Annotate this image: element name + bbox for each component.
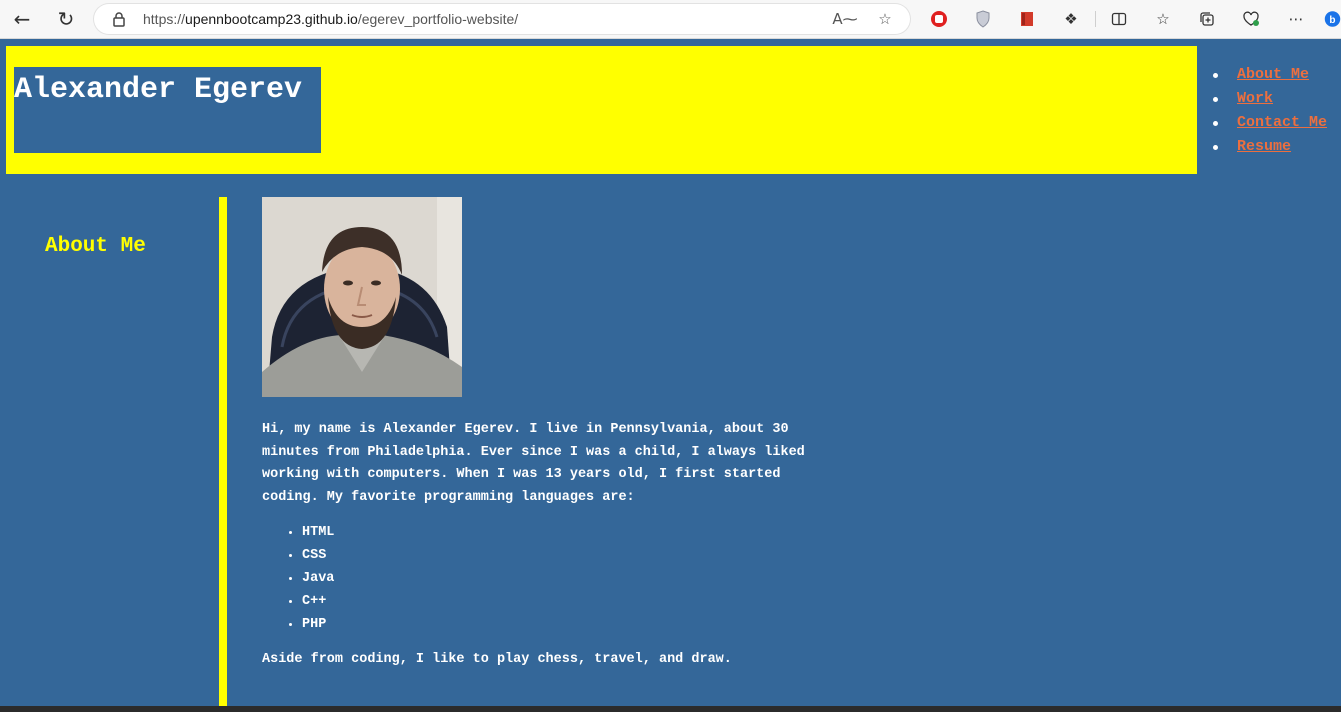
toolbar-divider — [1095, 11, 1096, 27]
url-text[interactable]: https://upennbootcamp23.github.io/egerev… — [143, 11, 518, 27]
outro-paragraph: Aside from coding, I like to play chess,… — [262, 652, 732, 668]
nav-item-work: Work — [1210, 87, 1327, 111]
language-list: HTML CSS Java C++ PHP — [262, 522, 832, 636]
main-nav: About Me Work Contact Me Resume — [1210, 63, 1327, 159]
site-title: Alexander Egerev — [14, 73, 303, 107]
language-item: HTML — [302, 522, 832, 545]
section-divider-bar — [219, 197, 227, 706]
collections-icon[interactable] — [1196, 8, 1218, 30]
nav-link-contact-me[interactable]: Contact Me — [1237, 114, 1327, 131]
language-item: Java — [302, 568, 832, 591]
nav-item-contact-me: Contact Me — [1210, 111, 1327, 135]
nav-item-resume: Resume — [1210, 135, 1327, 159]
language-item: C++ — [302, 591, 832, 614]
read-aloud-icon[interactable]: A⁓ — [832, 9, 857, 29]
language-item: CSS — [302, 545, 832, 568]
taskbar-strip — [0, 706, 1341, 712]
back-icon[interactable]: ← — [8, 6, 36, 32]
nav-item-about-me: About Me — [1210, 63, 1327, 87]
refresh-icon[interactable]: ↻ — [52, 6, 80, 32]
browser-essentials-icon[interactable] — [1240, 8, 1262, 30]
lock-icon[interactable] — [112, 11, 126, 27]
split-screen-icon[interactable] — [1108, 8, 1130, 30]
site-header: Alexander Egerev — [6, 46, 1197, 174]
profile-photo — [262, 197, 462, 397]
nav-link-resume[interactable]: Resume — [1237, 138, 1291, 155]
intro-paragraph: Hi, my name is Alexander Egerev. I live … — [262, 422, 805, 505]
favorite-star-icon[interactable]: ☆ — [874, 9, 896, 29]
nav-link-work[interactable]: Work — [1237, 90, 1273, 107]
address-bar[interactable]: https://upennbootcamp23.github.io/egerev… — [94, 4, 910, 34]
book-extension-icon[interactable] — [1016, 8, 1038, 30]
extensions-puzzle-icon[interactable]: ❖ — [1060, 8, 1082, 30]
about-content: Hi, my name is Alexander Egerev. I live … — [262, 419, 832, 672]
nav-link-about-me[interactable]: About Me — [1237, 66, 1309, 83]
svg-text:b: b — [1329, 15, 1335, 26]
more-options-icon[interactable]: ⋯ — [1285, 8, 1307, 30]
bing-copilot-icon[interactable]: b — [1324, 8, 1341, 30]
title-box: Alexander Egerev — [14, 67, 321, 153]
browser-toolbar: ← ↻ https://upennbootcamp23.github.io/eg… — [0, 0, 1341, 39]
adblock-extension-icon[interactable] — [928, 8, 950, 30]
language-item: PHP — [302, 614, 832, 637]
favorites-icon[interactable]: ☆ — [1152, 8, 1174, 30]
about-me-heading: About Me — [45, 235, 146, 258]
page-viewport: Alexander Egerev About Me Work Contact M… — [0, 39, 1341, 706]
shield-extension-icon[interactable] — [972, 8, 994, 30]
